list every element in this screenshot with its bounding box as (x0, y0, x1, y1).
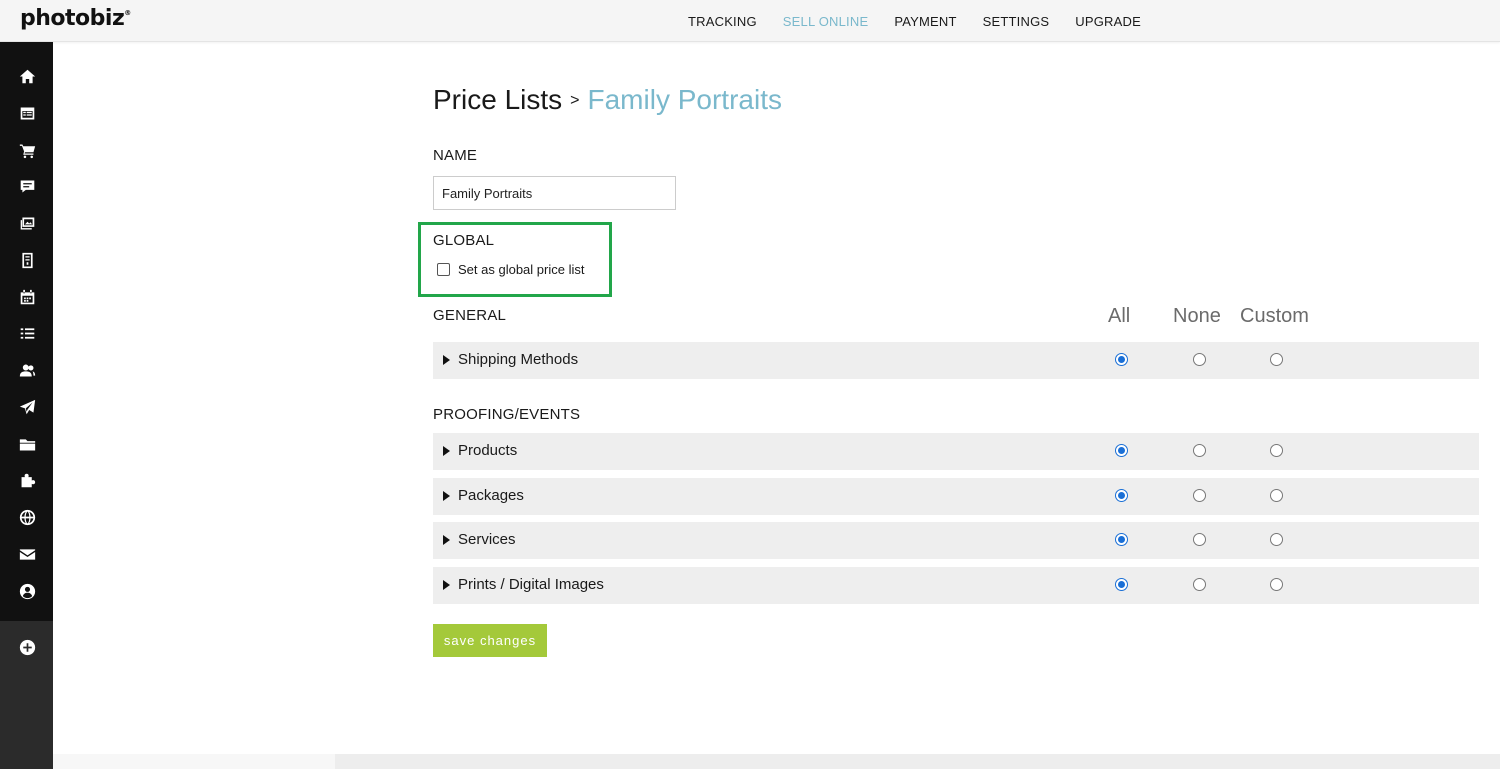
nav-tracking[interactable]: TRACKING (688, 14, 757, 29)
breadcrumb-price-lists[interactable]: Price Lists (433, 84, 562, 115)
row-prints-digital-images: Prints / Digital Images (433, 567, 1479, 604)
nav-settings[interactable]: SETTINGS (983, 14, 1050, 29)
top-nav: TRACKING SELL ONLINE PAYMENT SETTINGS UP… (675, 0, 1154, 42)
name-label: NAME (433, 147, 478, 164)
logo-registered-mark: ® (124, 9, 131, 17)
radio-custom[interactable] (1270, 578, 1283, 591)
nav-payment[interactable]: PAYMENT (894, 14, 956, 29)
general-label: GENERAL (433, 307, 507, 324)
expand-caret-icon[interactable] (443, 535, 450, 545)
nav-upgrade[interactable]: UPGRADE (1075, 14, 1141, 29)
name-input[interactable] (433, 176, 676, 210)
global-price-list-option[interactable]: Set as global price list (437, 262, 584, 277)
footer-strip (335, 754, 1500, 769)
puzzle-icon[interactable] (17, 470, 37, 490)
calendar-icon[interactable] (17, 287, 37, 307)
cart-icon[interactable] (17, 140, 37, 160)
column-custom: Custom (1240, 305, 1309, 327)
row-services: Services (433, 522, 1479, 559)
radio-none[interactable] (1193, 353, 1206, 366)
globe-icon[interactable] (17, 507, 37, 527)
breadcrumb: Price Lists > Family Portraits (433, 84, 782, 116)
breadcrumb-separator: > (570, 92, 580, 109)
column-all: All (1108, 305, 1131, 327)
row-label[interactable]: Prints / Digital Images (458, 576, 604, 593)
breadcrumb-current: Family Portraits (587, 84, 782, 115)
logo-text: photobiz (20, 6, 125, 31)
account-icon[interactable] (17, 581, 37, 601)
radio-custom[interactable] (1270, 489, 1283, 502)
expand-caret-icon[interactable] (443, 580, 450, 590)
document-icon[interactable] (17, 250, 37, 270)
global-label: GLOBAL (433, 232, 495, 249)
save-changes-button[interactable]: save changes (433, 624, 547, 657)
list-icon[interactable] (17, 323, 37, 343)
top-bar: photobiz® TRACKING SELL ONLINE PAYMENT S… (0, 0, 1500, 42)
radio-none[interactable] (1193, 444, 1206, 457)
radio-all[interactable] (1115, 353, 1128, 366)
radio-custom[interactable] (1270, 444, 1283, 457)
add-icon[interactable] (17, 637, 37, 657)
home-icon[interactable] (17, 66, 37, 86)
sidebar (0, 42, 53, 769)
global-price-list-checkbox[interactable] (437, 263, 450, 276)
radio-all[interactable] (1115, 489, 1128, 502)
footer-strip-left (53, 754, 335, 769)
column-none: None (1173, 305, 1221, 327)
photobiz-logo[interactable]: photobiz® (20, 6, 131, 31)
contacts-icon[interactable] (17, 360, 37, 380)
radio-custom[interactable] (1270, 353, 1283, 366)
row-label[interactable]: Services (458, 531, 516, 548)
chat-icon[interactable] (17, 176, 37, 196)
row-packages: Packages (433, 478, 1479, 515)
send-icon[interactable] (17, 397, 37, 417)
folder-icon[interactable] (17, 434, 37, 454)
expand-caret-icon[interactable] (443, 446, 450, 456)
row-shipping-methods: Shipping Methods (433, 342, 1479, 379)
radio-custom[interactable] (1270, 533, 1283, 546)
proofing-events-label: PROOFING/EVENTS (433, 406, 581, 423)
expand-caret-icon[interactable] (443, 355, 450, 365)
row-label[interactable]: Shipping Methods (458, 351, 578, 368)
radio-all[interactable] (1115, 578, 1128, 591)
nav-sell-online[interactable]: SELL ONLINE (783, 14, 869, 29)
row-label[interactable]: Products (458, 442, 517, 459)
radio-all[interactable] (1115, 444, 1128, 457)
row-products: Products (433, 433, 1479, 470)
expand-caret-icon[interactable] (443, 491, 450, 501)
global-price-list-label: Set as global price list (458, 262, 585, 277)
radio-all[interactable] (1115, 533, 1128, 546)
radio-none[interactable] (1193, 578, 1206, 591)
radio-none[interactable] (1193, 489, 1206, 502)
radio-none[interactable] (1193, 533, 1206, 546)
row-label[interactable]: Packages (458, 487, 524, 504)
gallery-icon[interactable] (17, 213, 37, 233)
mail-icon[interactable] (17, 544, 37, 564)
calendar-list-icon[interactable] (17, 103, 37, 123)
